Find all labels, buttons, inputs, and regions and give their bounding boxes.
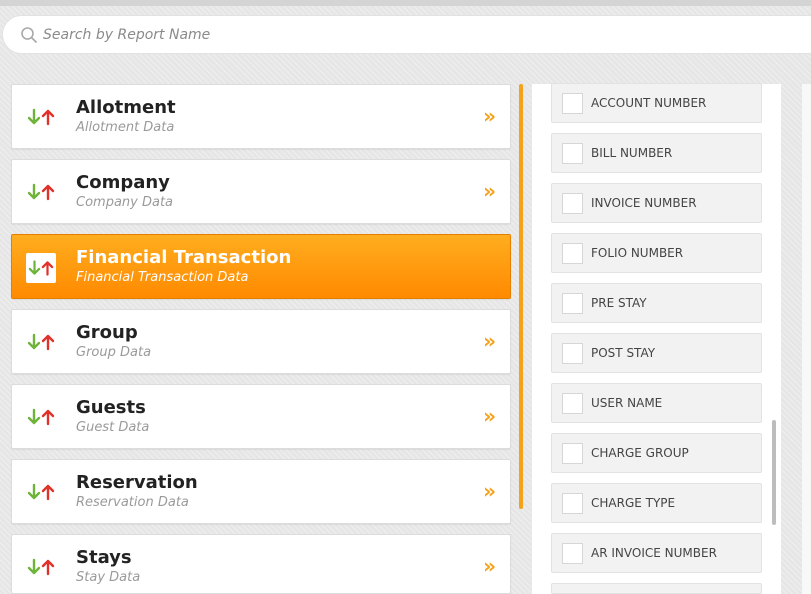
report-title: Company [76,172,170,193]
field-item-ar-invoice-number[interactable]: AR INVOICE NUMBER [551,533,762,573]
field-checkbox[interactable] [562,93,583,114]
field-item-folio-number[interactable]: FOLIO NUMBER [551,233,762,273]
sort-arrows-icon [25,557,57,577]
report-subtitle: Reservation Data [76,495,189,510]
field-checkbox[interactable] [562,393,583,414]
field-item-bill-number[interactable]: BILL NUMBER [551,133,762,173]
double-chevron-right-icon[interactable]: » [483,329,496,353]
sort-arrows-icon [25,332,57,352]
field-label: AR INVOICE NUMBER [591,546,717,560]
report-item-stays[interactable]: Stays Stay Data » [11,534,511,594]
sort-arrows-icon [25,482,57,502]
field-item-user-name[interactable]: USER NAME [551,383,762,423]
field-item-charge-type[interactable]: CHARGE TYPE [551,483,762,523]
report-title: Group [76,322,138,343]
field-checkbox[interactable] [562,443,583,464]
field-checkbox[interactable] [562,543,583,564]
field-item-charge-group[interactable]: CHARGE GROUP [551,433,762,473]
field-checkbox[interactable] [562,193,583,214]
double-chevron-right-icon[interactable]: » [483,404,496,428]
report-subtitle: Group Data [76,345,152,360]
sort-arrows-icon [26,253,56,283]
report-subtitle: Company Data [76,195,174,210]
report-item-allotment[interactable]: Allotment Allotment Data » [11,84,511,149]
report-subtitle: Allotment Data [76,120,175,135]
double-chevron-right-icon[interactable]: » [483,479,496,503]
field-label: ACCOUNT NUMBER [591,96,707,110]
field-label: POST STAY [591,346,656,360]
field-label: CHARGE GROUP [591,446,689,460]
field-scrollbar[interactable] [772,420,776,525]
field-label: USER NAME [591,396,663,410]
field-checkbox[interactable] [562,493,583,514]
field-checkbox[interactable] [562,243,583,264]
report-title: Allotment [76,97,176,118]
double-chevron-right-icon[interactable]: » [483,104,496,128]
report-item-company[interactable]: Company Company Data » [11,159,511,224]
field-label: CHARGE TYPE [591,496,676,510]
list-scrollbar[interactable] [519,84,523,509]
sort-arrows-icon [25,107,57,127]
report-title: Stays [76,547,132,568]
field-label: INVOICE NUMBER [591,196,697,210]
double-chevron-right-icon[interactable]: » [483,554,496,578]
sort-arrows-icon [25,407,57,427]
top-border [0,0,811,6]
report-item-financial-transaction[interactable]: Financial Transaction Financial Transact… [11,234,511,299]
double-chevron-right-icon[interactable]: » [483,179,496,203]
field-label: FOLIO NUMBER [591,246,684,260]
field-item-post-stay[interactable]: POST STAY [551,333,762,373]
report-title: Reservation [76,472,198,493]
field-item-invoice-number[interactable]: INVOICE NUMBER [551,183,762,223]
report-title: Financial Transaction [76,247,292,268]
right-panel-edge [802,84,811,594]
field-checkbox[interactable] [562,143,583,164]
report-item-guests[interactable]: Guests Guest Data » [11,384,511,449]
report-subtitle: Guest Data [76,420,150,435]
search-icon [21,27,37,43]
field-label: PRE STAY [591,296,647,310]
field-label: BILL NUMBER [591,146,673,160]
field-checkbox[interactable] [562,293,583,314]
report-subtitle: Financial Transaction Data [76,270,249,285]
search-bar[interactable] [2,15,811,54]
sort-arrows-icon [25,182,57,202]
search-input[interactable] [43,24,743,46]
report-title: Guests [76,397,146,418]
field-item-pre-stay[interactable]: PRE STAY [551,283,762,323]
report-item-group[interactable]: Group Group Data » [11,309,511,374]
field-item-partial[interactable] [551,583,762,594]
field-checkbox[interactable] [562,343,583,364]
field-item-account-number[interactable]: ACCOUNT NUMBER [551,83,762,123]
report-item-reservation[interactable]: Reservation Reservation Data » [11,459,511,524]
report-subtitle: Stay Data [76,570,141,585]
